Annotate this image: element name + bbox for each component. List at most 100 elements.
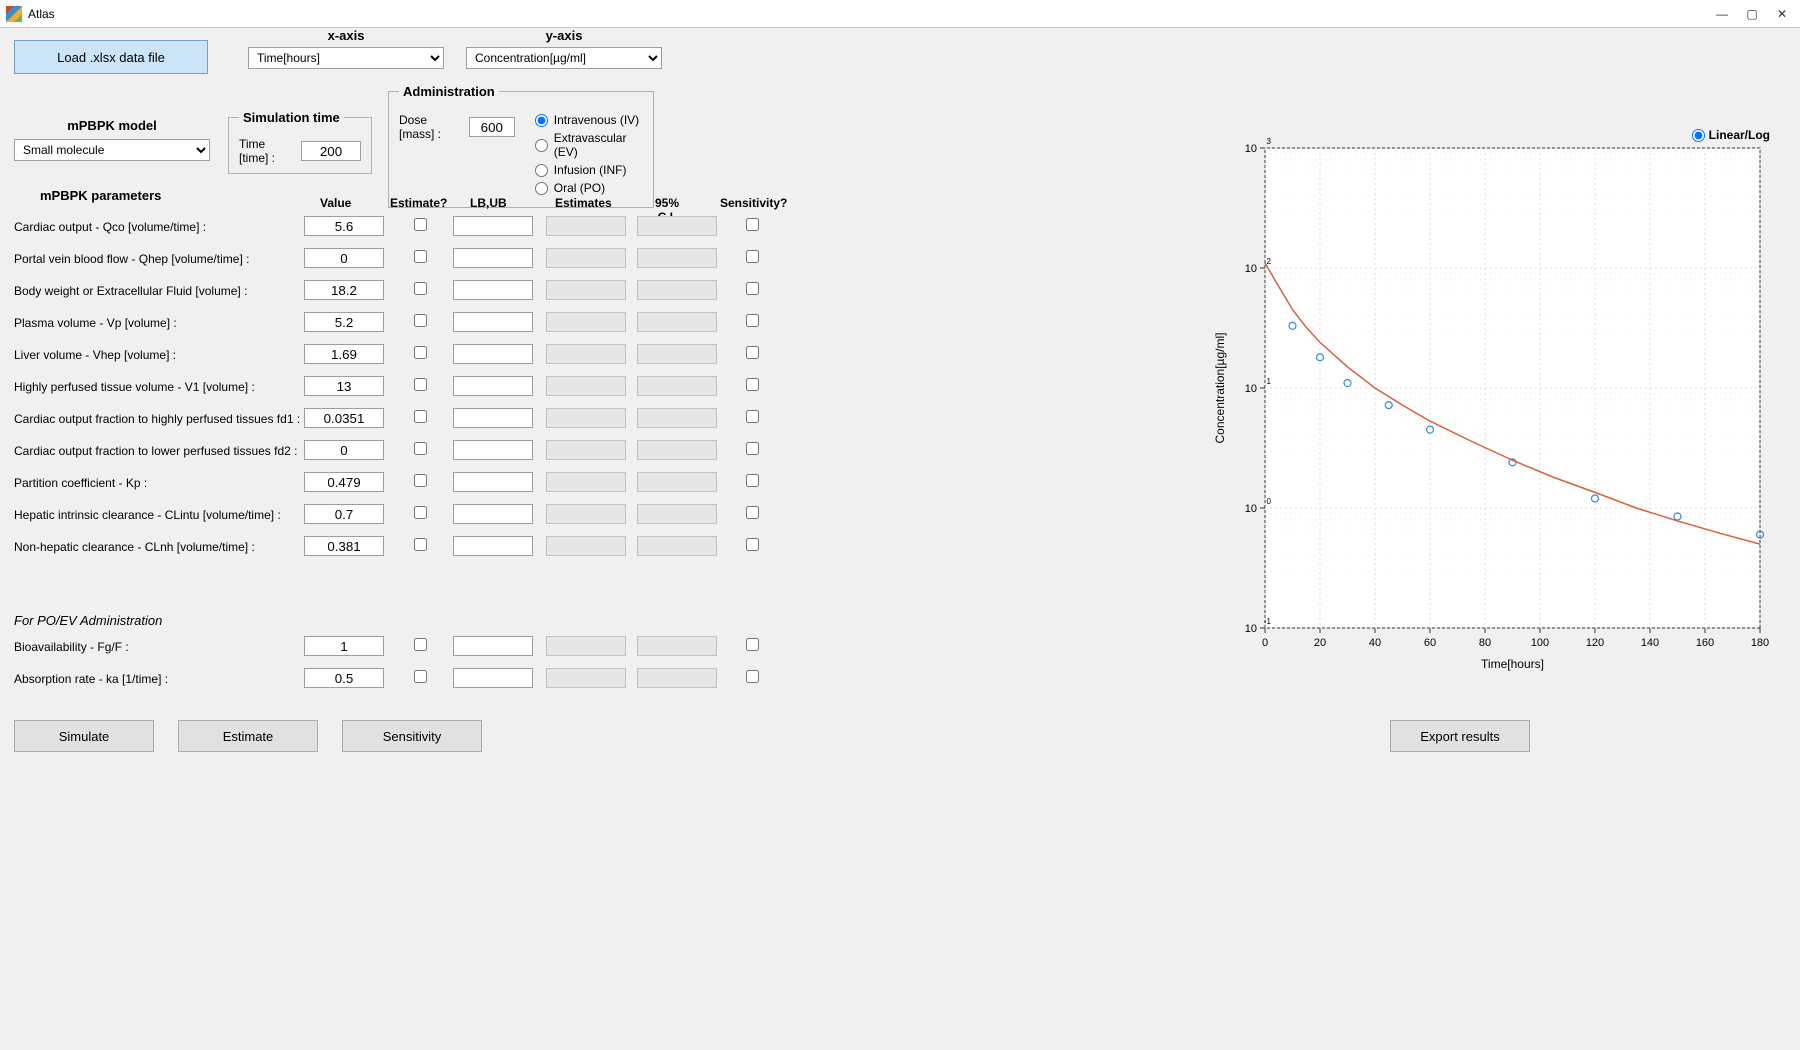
param-estimate-check[interactable] <box>414 378 427 391</box>
load-data-button[interactable]: Load .xlsx data file <box>14 40 208 74</box>
radio-inf[interactable] <box>535 164 548 177</box>
estimate-button[interactable]: Estimate <box>178 720 318 752</box>
dose-input[interactable] <box>469 117 515 137</box>
radio-iv[interactable] <box>535 114 548 127</box>
close-button[interactable]: ✕ <box>1776 8 1788 20</box>
sim-time-label: Time [time] : <box>239 137 295 165</box>
titlebar: Atlas — ▢ ✕ <box>0 0 1800 28</box>
param-estimate-check[interactable] <box>414 506 427 519</box>
param-estimates-cell <box>546 408 626 428</box>
param-value-input[interactable] <box>304 668 384 688</box>
sim-time-input[interactable] <box>301 141 361 161</box>
svg-text:180: 180 <box>1751 637 1769 649</box>
radio-po[interactable] <box>535 182 548 195</box>
param-lbub-input[interactable] <box>453 216 533 236</box>
param-estimate-check[interactable] <box>414 314 427 327</box>
param-label: Body weight or Extracellular Fluid [volu… <box>14 284 247 298</box>
param-lbub-input[interactable] <box>453 440 533 460</box>
minimize-button[interactable]: — <box>1716 8 1728 20</box>
param-estimate-check[interactable] <box>414 282 427 295</box>
sim-time-legend: Simulation time <box>239 110 344 125</box>
param-lbub-input[interactable] <box>453 636 533 656</box>
param-value-input[interactable] <box>304 636 384 656</box>
param-sensitivity-check[interactable] <box>746 282 759 295</box>
sensitivity-button[interactable]: Sensitivity <box>342 720 482 752</box>
simulate-button[interactable]: Simulate <box>14 720 154 752</box>
xaxis-select[interactable]: Time[hours] <box>248 47 444 69</box>
param-ci-cell <box>637 668 717 688</box>
param-sensitivity-check[interactable] <box>746 218 759 231</box>
param-sensitivity-check[interactable] <box>746 410 759 423</box>
param-sensitivity-check[interactable] <box>746 670 759 683</box>
param-label: Plasma volume - Vp [volume] : <box>14 316 177 330</box>
param-estimate-check[interactable] <box>414 442 427 455</box>
svg-text:1: 1 <box>1267 377 1272 386</box>
maximize-button[interactable]: ▢ <box>1746 8 1758 20</box>
param-value-input[interactable] <box>304 248 384 268</box>
param-value-input[interactable] <box>304 280 384 300</box>
param-estimate-check[interactable] <box>414 638 427 651</box>
svg-text:10: 10 <box>1245 503 1257 515</box>
param-estimate-check[interactable] <box>414 538 427 551</box>
param-value-input[interactable] <box>304 408 384 428</box>
svg-text:0: 0 <box>1262 637 1268 649</box>
param-ci-cell <box>637 248 717 268</box>
param-value-input[interactable] <box>304 504 384 524</box>
param-label: Partition coefficient - Kp : <box>14 476 147 490</box>
param-sensitivity-check[interactable] <box>746 378 759 391</box>
param-sensitivity-check[interactable] <box>746 538 759 551</box>
svg-text:100: 100 <box>1531 637 1549 649</box>
poev-title: For PO/EV Administration <box>14 613 162 628</box>
param-lbub-input[interactable] <box>453 312 533 332</box>
param-value-input[interactable] <box>304 472 384 492</box>
param-value-input[interactable] <box>304 216 384 236</box>
param-lbub-input[interactable] <box>453 280 533 300</box>
param-lbub-input[interactable] <box>453 668 533 688</box>
plot-area: 02040608010012014016018010-1100101102103… <box>1210 138 1770 678</box>
param-ci-cell <box>637 504 717 524</box>
param-value-input[interactable] <box>304 344 384 364</box>
param-value-input[interactable] <box>304 312 384 332</box>
param-sensitivity-check[interactable] <box>746 346 759 359</box>
param-lbub-input[interactable] <box>453 408 533 428</box>
svg-text:2: 2 <box>1267 257 1272 266</box>
param-lbub-input[interactable] <box>453 344 533 364</box>
param-estimates-cell <box>546 376 626 396</box>
param-lbub-input[interactable] <box>453 536 533 556</box>
svg-text:40: 40 <box>1369 637 1381 649</box>
param-lbub-input[interactable] <box>453 376 533 396</box>
yaxis-select[interactable]: Concentration[µg/ml] <box>466 47 662 69</box>
param-estimate-check[interactable] <box>414 346 427 359</box>
param-lbub-input[interactable] <box>453 248 533 268</box>
param-estimate-check[interactable] <box>414 250 427 263</box>
param-sensitivity-check[interactable] <box>746 314 759 327</box>
svg-text:10: 10 <box>1245 143 1257 155</box>
model-select[interactable]: Small molecule <box>14 139 210 161</box>
param-sensitivity-check[interactable] <box>746 474 759 487</box>
param-ci-cell <box>637 408 717 428</box>
param-estimate-check[interactable] <box>414 218 427 231</box>
export-button[interactable]: Export results <box>1390 720 1530 752</box>
yaxis-block: y-axis Concentration[µg/ml] <box>466 28 662 69</box>
radio-ev[interactable] <box>535 139 548 152</box>
matlab-icon <box>6 6 22 22</box>
param-lbub-input[interactable] <box>453 504 533 524</box>
chart: 02040608010012014016018010-1100101102103… <box>1210 138 1770 678</box>
param-sensitivity-check[interactable] <box>746 506 759 519</box>
param-sensitivity-check[interactable] <box>746 250 759 263</box>
param-estimate-check[interactable] <box>414 474 427 487</box>
param-value-input[interactable] <box>304 376 384 396</box>
param-value-input[interactable] <box>304 440 384 460</box>
param-sensitivity-check[interactable] <box>746 442 759 455</box>
param-estimates-cell <box>546 344 626 364</box>
param-sensitivity-check[interactable] <box>746 638 759 651</box>
param-estimate-check[interactable] <box>414 410 427 423</box>
svg-text:Time[hours]: Time[hours] <box>1481 657 1544 671</box>
param-estimates-cell <box>546 440 626 460</box>
model-block: mPBPK model Small molecule <box>14 118 210 161</box>
param-estimate-check[interactable] <box>414 670 427 683</box>
params-title: mPBPK parameters <box>40 188 161 203</box>
param-ci-cell <box>637 636 717 656</box>
param-value-input[interactable] <box>304 536 384 556</box>
param-lbub-input[interactable] <box>453 472 533 492</box>
